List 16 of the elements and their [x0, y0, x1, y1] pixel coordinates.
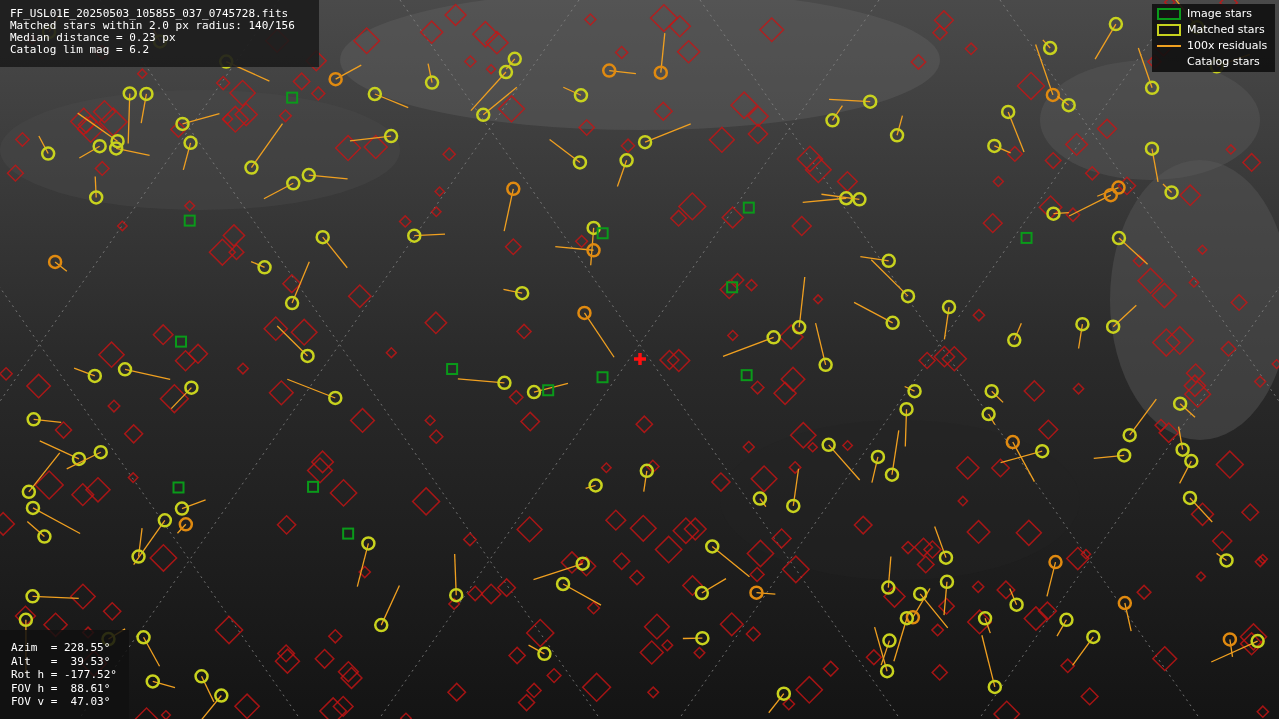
legend-label: Catalog stars: [1187, 55, 1260, 69]
info-text: Matched stars within 2.0 px radius: 140/156: [10, 20, 296, 32]
info-text: Median distance = 0.23 px: [10, 32, 177, 44]
matched-star-swatch-icon: [1157, 24, 1181, 36]
pointing-text: Alt = 39.53°: [11, 654, 112, 668]
pointing-text: Rot h = -177.52°: [11, 668, 118, 682]
legend-label: 100x residuals: [1187, 39, 1268, 53]
legend-label: Matched stars: [1187, 23, 1265, 37]
info-text: FF_USL01E_20250503_105855_037_0745728.fits: [10, 8, 290, 20]
residual-line-icon: [1157, 45, 1181, 47]
pointing-text: Azim = 228.55°: [11, 641, 112, 655]
legend-label: Image stars: [1187, 7, 1252, 21]
pointing-text: FOV h = 88.61°: [11, 681, 112, 695]
image-star-swatch-icon: [1157, 8, 1181, 20]
pointing-text: FOV v = 47.03°: [11, 695, 112, 709]
info-text: Catalog lim mag = 6.2: [10, 44, 151, 56]
